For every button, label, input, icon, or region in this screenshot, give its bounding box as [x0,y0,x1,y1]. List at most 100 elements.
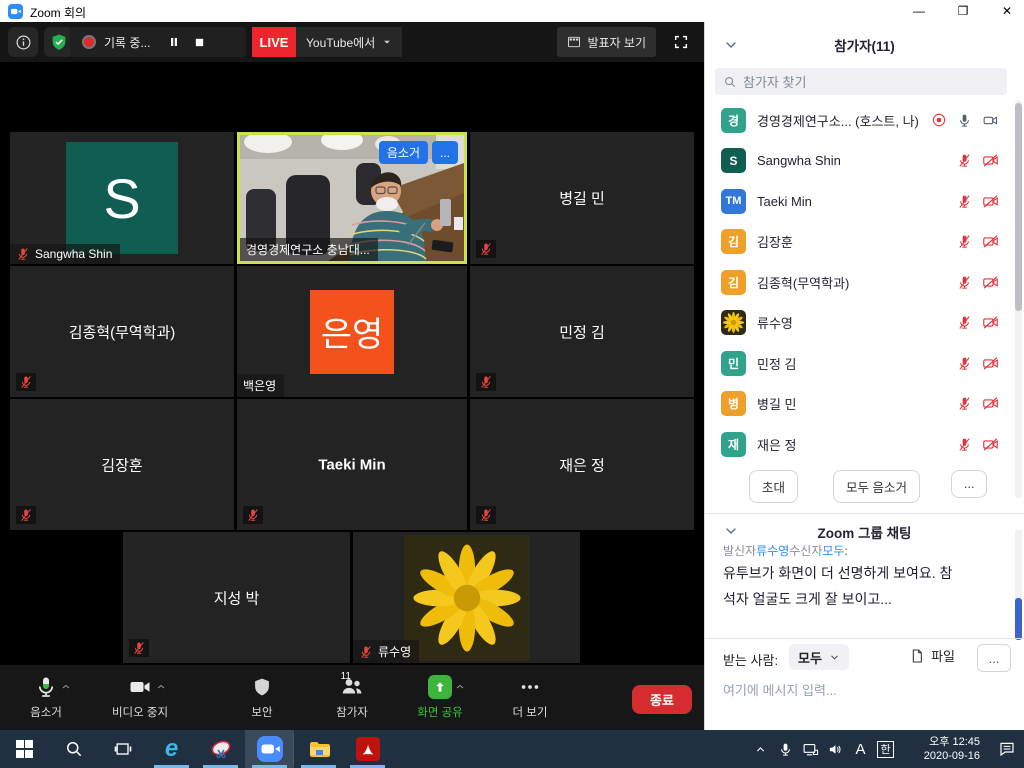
meeting-top-toolbar: 기록 중... LIVE YouTube에서 [0,22,704,62]
video-tile[interactable]: 지성 박 [123,532,350,663]
mute-label: 음소거 [30,704,62,720]
stop-recording-icon[interactable] [194,37,205,48]
security-shield-icon [252,676,272,698]
participant-row[interactable]: 재 재은 정 [705,424,1013,464]
muted-mic-icon [479,242,493,256]
fullscreen-button[interactable] [666,27,696,57]
tile-more-button[interactable]: ... [432,141,458,164]
video-options-caret[interactable] [155,681,167,693]
participant-row[interactable]: 병 병길 민 [705,384,1013,424]
shield-check-icon [50,33,68,51]
participant-row[interactable]: 김 김장훈 [705,222,1013,262]
muted-mic-icon [957,356,972,371]
microphone-icon [34,675,58,699]
participant-row[interactable]: 민 민정 김 [705,343,1013,383]
taskbar-ie-button[interactable]: e [147,730,196,768]
participant-row-host[interactable]: 경 경영경제연구소... (호스트, 나) [705,100,1013,140]
muted-mic-icon [957,315,972,330]
more-button[interactable]: 더 보기 [490,673,570,720]
mute-button[interactable]: 음소거 [6,673,86,720]
participants-scrollbar-thumb[interactable] [1015,103,1022,311]
participant-row[interactable]: TM Taeki Min [705,181,1013,221]
info-icon [15,34,32,51]
chat-scrollbar-thumb[interactable] [1015,598,1022,640]
meeting-info-button[interactable] [8,27,38,57]
chat-to-name[interactable]: 모두 [822,544,844,558]
video-tile[interactable]: 은영 백은영 [237,266,467,397]
stop-video-button[interactable]: 비디오 중지 [100,673,180,720]
view-grid-icon [567,35,581,49]
taskbar-explorer-button[interactable] [294,730,343,768]
video-tile[interactable]: 민정 김 [470,266,694,397]
tray-ime-latin[interactable]: A [848,741,873,758]
video-tile[interactable]: 류수영 [353,532,580,663]
taskbar-zoom-button[interactable] [245,730,294,768]
chat-from-name[interactable]: 류수영 [756,544,789,558]
participant-name: 류수영 [757,313,793,332]
tray-ime-korean[interactable]: 한 [873,741,898,758]
video-tile[interactable]: S Sangwha Shin [10,132,234,264]
muted-camera-icon [982,395,999,412]
participants-more-button[interactable]: ... [951,470,987,498]
restore-button[interactable]: ❐ [946,0,980,22]
muted-mic-icon [19,375,33,389]
recording-label: 기록 중... [104,34,150,51]
participant-row[interactable]: S Sangwha Shin [705,141,1013,181]
avatar: 병 [721,391,746,416]
mute-participant-button[interactable]: 음소거 [379,141,428,164]
tray-volume-icon[interactable] [823,741,848,758]
minimize-button[interactable]: — [902,0,936,22]
video-tile[interactable]: 병길 민 [470,132,694,264]
muted-mic-icon [957,194,972,209]
security-button[interactable]: 보안 [222,673,302,720]
taskbar-search-button[interactable] [49,730,98,768]
recipient-dropdown[interactable]: 모두 [789,644,849,670]
participant-name: 경영경제연구소... (호스트, 나) [757,111,919,130]
start-button[interactable] [0,730,49,768]
file-button[interactable]: 파일 [909,646,955,665]
participants-count-badge: 11 [341,671,351,682]
chat-more-button[interactable]: ... [977,644,1011,672]
participant-name: Sangwha Shin [757,153,841,168]
participant-row[interactable]: 김 김종혁(무역학과) [705,262,1013,302]
participant-name: 재은 정 [757,435,797,454]
section-divider [705,513,1024,514]
message-input[interactable]: 여기에 메시지 입력... [723,680,837,699]
speaker-view-button[interactable]: 발표자 보기 [557,27,656,57]
zoom-app-icon [8,4,23,19]
video-tile[interactable]: 재은 정 [470,399,694,530]
participants-button[interactable]: 11 참가자 [312,673,392,720]
chat-message-line: 석자 얼굴도 크게 잘 보이고... [723,589,892,609]
taskbar-acrobat-button[interactable] [343,730,392,768]
participant-row[interactable]: 류수영 [705,303,1013,343]
camera-on-icon [982,112,999,129]
search-icon [723,75,737,89]
video-tile[interactable]: 김장훈 [10,399,234,530]
task-view-button[interactable] [98,730,147,768]
video-tile[interactable]: Taeki Min [237,399,467,530]
video-tile[interactable]: 김종혁(무역학과) [10,266,234,397]
window-title: Zoom 회의 [30,4,86,21]
search-placeholder: 참가자 찾기 [743,72,806,91]
share-screen-button[interactable]: 화면 공유 [400,673,480,720]
youtube-stream-dropdown[interactable]: YouTube에서 [296,27,402,57]
chat-header: Zoom 그룹 채팅 [705,522,1024,542]
tray-network-icon[interactable] [798,741,823,758]
pause-recording-icon[interactable] [168,36,180,48]
invite-button[interactable]: 초대 [749,470,798,503]
muted-camera-icon [982,436,999,453]
close-button[interactable]: ✕ [990,0,1024,22]
share-options-caret[interactable] [454,681,466,693]
compose-divider [705,638,1024,639]
taskbar-clock[interactable]: 오후 12:45 2020-09-16 [906,735,980,763]
tray-microphone-icon[interactable] [773,742,798,757]
mute-all-button[interactable]: 모두 음소거 [833,470,920,503]
mute-options-caret[interactable] [60,681,72,693]
action-center-icon[interactable] [990,740,1024,758]
taskbar-snipping-button[interactable] [196,730,245,768]
end-meeting-button[interactable]: 종료 [632,685,692,714]
participant-name: 병길 민 [757,394,797,413]
participant-search-input[interactable]: 참가자 찾기 [715,68,1007,95]
active-speaker-tile[interactable]: 음소거 ... 경영경제연구소 충남대... [237,132,467,264]
tray-chevron-icon[interactable] [748,743,773,756]
